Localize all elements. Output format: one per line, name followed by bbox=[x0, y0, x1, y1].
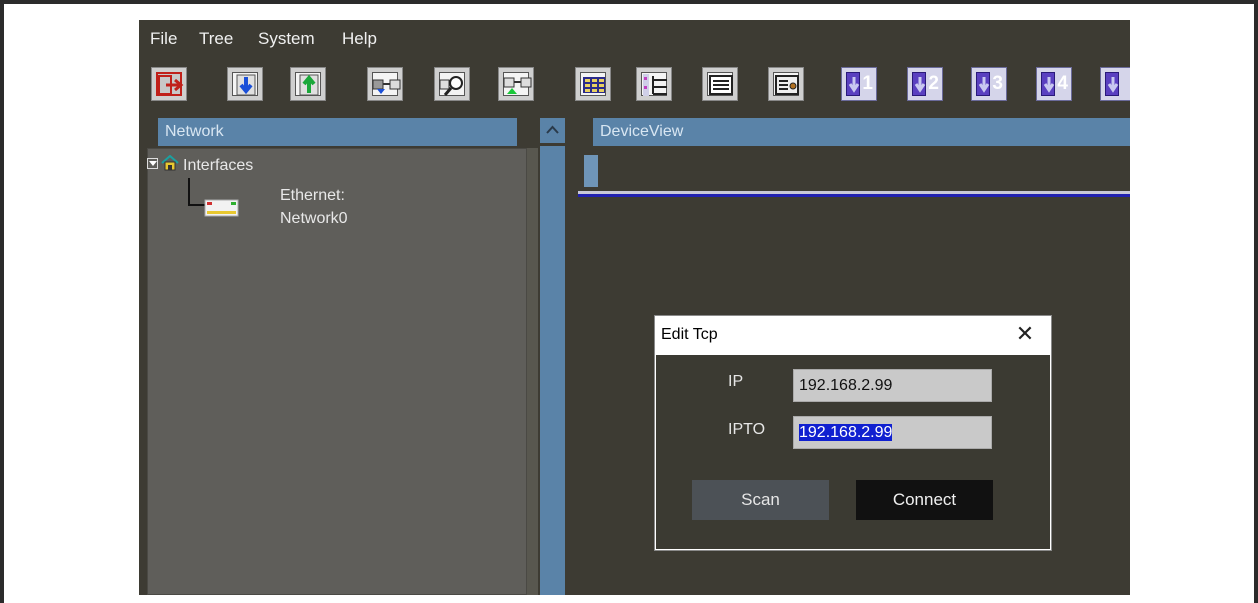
dialog-body: IP 192.168.2.99 IPTO 192.168.2.99 Scan C… bbox=[656, 355, 1050, 549]
device-config-button[interactable] bbox=[768, 67, 804, 101]
scroll-track[interactable] bbox=[540, 146, 565, 595]
tree-item-interfaces[interactable]: Interfaces bbox=[183, 157, 253, 175]
connect-down-button[interactable] bbox=[367, 67, 403, 101]
download-5-button[interactable] bbox=[1100, 67, 1130, 101]
device-view-title: DeviceView bbox=[600, 123, 684, 140]
network-panel-title: Network bbox=[165, 123, 224, 140]
down-arrow-icon bbox=[1107, 77, 1119, 93]
upload-icon bbox=[299, 74, 319, 96]
exit-button[interactable] bbox=[151, 67, 187, 101]
menu-file[interactable]: File bbox=[150, 29, 177, 49]
ip-field[interactable]: 192.168.2.99 bbox=[793, 369, 992, 402]
divider-line-blue bbox=[578, 194, 1130, 197]
download-icon bbox=[236, 74, 256, 96]
house-icon bbox=[161, 155, 179, 171]
menu-system[interactable]: System bbox=[258, 29, 315, 49]
download-4-button[interactable]: 4 bbox=[1036, 67, 1072, 101]
number-label: 4 bbox=[1057, 73, 1068, 94]
edit-tcp-dialog: Edit Tcp ✕ IP 192.168.2.99 IPTO 192.168.… bbox=[654, 315, 1052, 551]
ethernet-card-icon bbox=[204, 199, 239, 217]
number-label: 3 bbox=[992, 73, 1003, 94]
connect-button[interactable]: Connect bbox=[856, 480, 993, 520]
number-label: 2 bbox=[928, 73, 939, 94]
scan-icon bbox=[439, 76, 463, 96]
menu-tree[interactable]: Tree bbox=[199, 29, 233, 49]
download-button[interactable] bbox=[227, 67, 263, 101]
list-view-button[interactable] bbox=[702, 67, 738, 101]
scroll-up-button[interactable] bbox=[540, 118, 565, 143]
download-2-button[interactable]: 2 bbox=[907, 67, 943, 101]
dialog-title: Edit Tcp bbox=[661, 326, 718, 343]
connect-down-icon bbox=[372, 79, 401, 94]
ipto-field[interactable]: 192.168.2.99 bbox=[793, 416, 992, 449]
device-view-tab[interactable] bbox=[584, 155, 598, 187]
device-view-tab-strip bbox=[578, 151, 1130, 189]
menu-help[interactable]: Help bbox=[342, 29, 377, 49]
scan-button[interactable] bbox=[434, 67, 470, 101]
network-panel-scrollbar[interactable] bbox=[527, 148, 538, 595]
splitter-scrollbar[interactable] bbox=[540, 118, 565, 595]
tree-view-icon bbox=[643, 74, 667, 96]
list-view-icon bbox=[709, 75, 733, 95]
connect-up-icon bbox=[503, 77, 532, 94]
ipto-label: IPTO bbox=[728, 421, 766, 438]
connect-up-button[interactable] bbox=[498, 67, 534, 101]
ip-field-value: 192.168.2.99 bbox=[799, 377, 893, 394]
download-3-button[interactable]: 3 bbox=[971, 67, 1007, 101]
number-label: 1 bbox=[862, 73, 873, 94]
chevron-up-icon bbox=[546, 125, 559, 134]
device-config-icon bbox=[775, 75, 799, 95]
download-1-button[interactable]: 1 bbox=[841, 67, 877, 101]
exit-icon bbox=[158, 75, 184, 95]
upload-button[interactable] bbox=[290, 67, 326, 101]
expand-toggle-icon[interactable] bbox=[147, 158, 158, 169]
network-panel-header: Network bbox=[158, 118, 517, 146]
menu-bar: File Tree System Help bbox=[139, 20, 1130, 60]
grid-view-button[interactable] bbox=[575, 67, 611, 101]
network0-label[interactable]: Network0 bbox=[280, 210, 348, 228]
ipto-field-value: 192.168.2.99 bbox=[799, 424, 893, 441]
toolbar: 1 2 3 4 bbox=[139, 65, 1130, 110]
scan-button[interactable]: Scan bbox=[692, 480, 829, 520]
ethernet-label[interactable]: Ethernet: bbox=[280, 187, 345, 205]
device-view-header: DeviceView bbox=[593, 118, 1130, 146]
close-icon[interactable]: ✕ bbox=[1013, 322, 1037, 346]
grid-view-icon bbox=[583, 77, 605, 93]
tree-view-button[interactable] bbox=[636, 67, 672, 101]
ip-label: IP bbox=[728, 373, 744, 390]
